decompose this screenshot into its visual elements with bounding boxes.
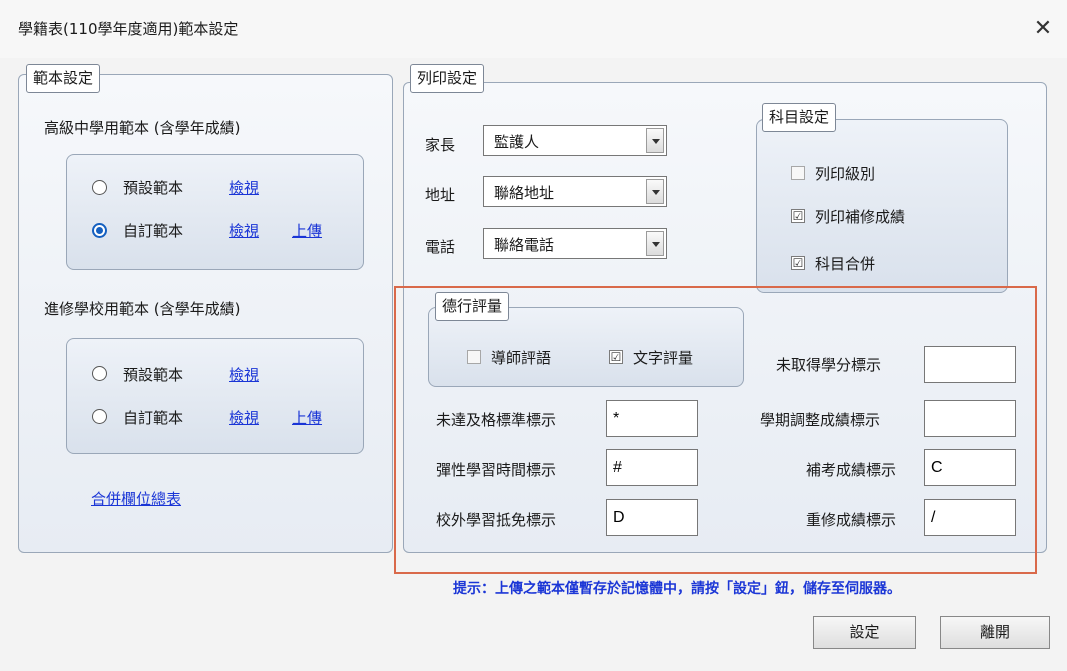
subject-merge-label: 科目合併 <box>815 255 876 273</box>
address-select[interactable]: 聯絡地址 <box>483 176 667 207</box>
flex-time-mark-input[interactable] <box>606 449 698 486</box>
senior-default-label: 預設範本 <box>123 179 184 197</box>
fail-mark-input[interactable] <box>606 400 698 437</box>
no-credit-mark-label: 未取得學分標示 <box>776 356 882 374</box>
template-settings-legend: 範本設定 <box>26 64 101 93</box>
print-level-label: 列印級別 <box>815 165 876 183</box>
semester-adjust-mark-input[interactable] <box>924 400 1016 437</box>
repeat-course-mark-label: 重修成績標示 <box>806 511 897 529</box>
continuing-custom-upload-link[interactable]: 上傳 <box>292 407 322 428</box>
conduct-evaluation-legend: 德行評量 <box>435 292 510 321</box>
tutor-comment-label: 導師評語 <box>491 349 552 367</box>
phone-label: 電話 <box>425 238 456 256</box>
address-label: 地址 <box>425 186 456 204</box>
window-title: 學籍表(110學年度適用)範本設定 <box>18 20 239 38</box>
continuing-template-label: 進修學校用範本 (含學年成績) <box>44 300 241 318</box>
print-level-checkbox[interactable] <box>791 166 805 180</box>
senior-template-box <box>66 154 364 270</box>
phone-select[interactable]: 聯絡電話 <box>483 228 667 259</box>
continuing-custom-label: 自訂範本 <box>123 409 184 427</box>
set-button[interactable]: 設定 <box>813 616 916 649</box>
hint-text: 提示：上傳之範本僅暫存於記憶體中，請按「設定」鈕，儲存至伺服器。 <box>453 581 901 597</box>
subject-settings-legend: 科目設定 <box>762 103 837 132</box>
senior-custom-radio[interactable] <box>92 223 107 238</box>
close-icon[interactable]: ✕ <box>1026 12 1060 46</box>
retake-exam-mark-input[interactable] <box>924 449 1016 486</box>
phone-select-value: 聯絡電話 <box>494 236 555 254</box>
chevron-down-icon[interactable] <box>646 231 664 256</box>
senior-template-label: 高級中學用範本 (含學年成績) <box>44 119 241 137</box>
address-select-value: 聯絡地址 <box>494 184 555 202</box>
parent-label: 家長 <box>425 136 456 154</box>
continuing-template-box <box>66 338 364 454</box>
parent-select[interactable]: 監護人 <box>483 125 667 156</box>
fail-mark-label: 未達及格標準標示 <box>436 411 557 429</box>
senior-custom-upload-link[interactable]: 上傳 <box>292 220 322 241</box>
repeat-course-mark-input[interactable] <box>924 499 1016 536</box>
text-evaluation-label: 文字評量 <box>633 349 694 367</box>
no-credit-mark-input[interactable] <box>924 346 1016 383</box>
flex-time-mark-label: 彈性學習時間標示 <box>436 461 557 479</box>
senior-custom-label: 自訂範本 <box>123 222 184 240</box>
subject-merge-checkbox[interactable]: ☑ <box>791 256 805 270</box>
senior-default-view-link[interactable]: 檢視 <box>229 177 259 198</box>
print-settings-legend: 列印設定 <box>410 64 485 93</box>
chevron-down-icon[interactable] <box>646 128 664 153</box>
continuing-custom-view-link[interactable]: 檢視 <box>229 407 259 428</box>
senior-default-radio[interactable] <box>92 180 107 195</box>
continuing-default-view-link[interactable]: 檢視 <box>229 364 259 385</box>
retake-exam-mark-label: 補考成績標示 <box>806 461 897 479</box>
print-makeup-checkbox[interactable]: ☑ <box>791 209 805 223</box>
senior-custom-view-link[interactable]: 檢視 <box>229 220 259 241</box>
continuing-default-label: 預設範本 <box>123 366 184 384</box>
parent-select-value: 監護人 <box>494 133 540 151</box>
continuing-custom-radio[interactable] <box>92 409 107 424</box>
text-evaluation-checkbox[interactable]: ☑ <box>609 350 623 364</box>
tutor-comment-checkbox[interactable] <box>467 350 481 364</box>
leave-button[interactable]: 離開 <box>940 616 1050 649</box>
merge-fields-link[interactable]: 合併欄位總表 <box>91 488 181 509</box>
chevron-down-icon[interactable] <box>646 179 664 204</box>
offsite-credit-mark-input[interactable] <box>606 499 698 536</box>
continuing-default-radio[interactable] <box>92 366 107 381</box>
dialog-window: 學籍表(110學年度適用)範本設定 ✕ 範本設定 高級中學用範本 (含學年成績)… <box>0 0 1067 671</box>
print-makeup-label: 列印補修成績 <box>815 208 906 226</box>
offsite-credit-mark-label: 校外學習抵免標示 <box>436 511 557 529</box>
semester-adjust-mark-label: 學期調整成績標示 <box>760 411 881 429</box>
